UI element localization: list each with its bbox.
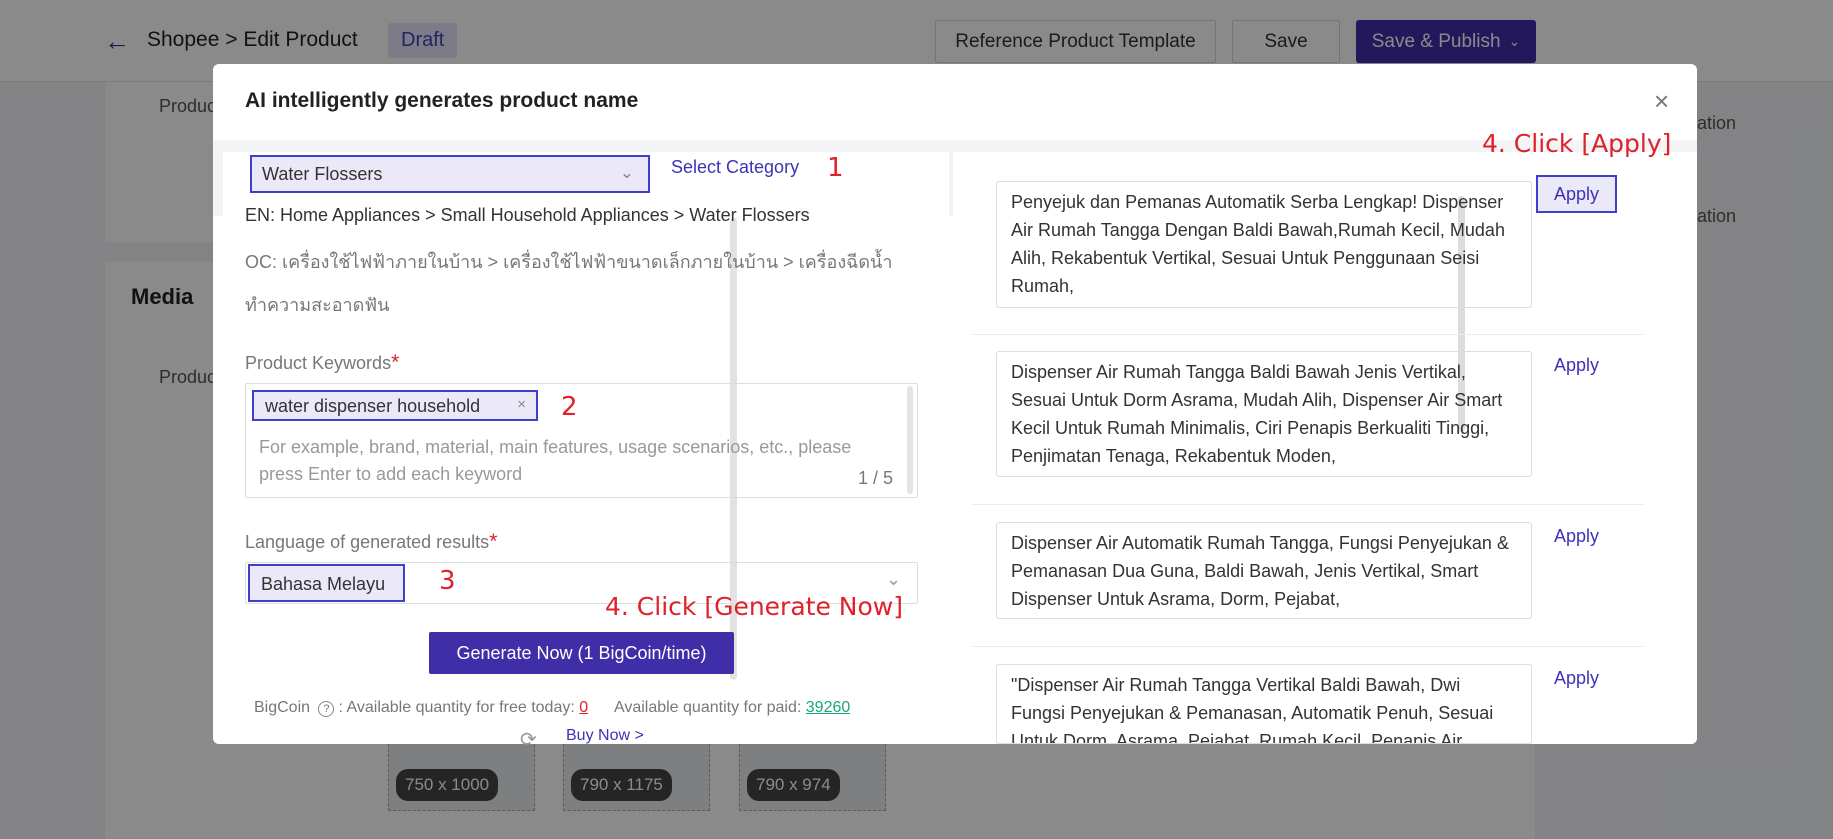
result-divider: [971, 334, 1644, 335]
category-select-value: Water Flossers: [262, 164, 383, 184]
language-label-text: Language of generated results: [245, 532, 490, 552]
apply-button[interactable]: Apply: [1554, 668, 1599, 689]
generated-name-result[interactable]: "Dispenser Air Rumah Tangga Vertikal Bal…: [996, 664, 1532, 744]
chevron-down-icon[interactable]: ⌄: [886, 569, 901, 590]
language-label: Language of generated results*: [245, 530, 497, 554]
result-divider: [971, 646, 1644, 647]
generated-name-result[interactable]: Dispenser Air Automatik Rumah Tangga, Fu…: [996, 522, 1532, 619]
keywords-label: Product Keywords*: [245, 351, 399, 375]
bigcoin-balance: BigCoin ?: Available quantity for free t…: [254, 699, 850, 717]
apply-button[interactable]: Apply: [1554, 526, 1599, 547]
buy-now-link[interactable]: Buy Now >: [566, 727, 644, 745]
step-marker-1: 1: [827, 153, 844, 183]
tag-remove-icon[interactable]: ×: [517, 396, 526, 413]
language-select-value[interactable]: Bahasa Melayu: [248, 564, 405, 602]
keywords-scrollbar[interactable]: [907, 386, 913, 494]
generate-hint: 4. Click [Generate Now]: [605, 592, 903, 621]
paid-quantity-value[interactable]: 39260: [806, 699, 851, 716]
apply-hint: 4. Click [Apply]: [1482, 129, 1672, 158]
apply-button[interactable]: Apply: [1536, 175, 1617, 213]
result-divider: [971, 504, 1644, 505]
modal-title: AI intelligently generates product name: [245, 89, 639, 112]
keywords-label-text: Product Keywords: [245, 353, 392, 373]
close-icon[interactable]: ×: [1654, 86, 1669, 117]
keyword-tag-text: water dispenser household: [265, 396, 481, 416]
paid-quantity-label: Available quantity for paid:: [613, 699, 802, 716]
keywords-count: 1 / 5: [858, 468, 894, 488]
category-select[interactable]: Water Flossers ⌄: [250, 155, 650, 193]
category-path-oc: OC: เครื่องใช้ไฟฟ้าภายในบ้าน > เครื่องใช…: [245, 252, 893, 315]
required-mark: *: [489, 530, 498, 553]
required-mark: *: [391, 351, 400, 374]
keyword-tag[interactable]: water dispenser household ×: [252, 390, 538, 421]
generate-now-button[interactable]: Generate Now (1 BigCoin/time): [429, 632, 734, 674]
select-category-link[interactable]: Select Category: [671, 157, 799, 178]
help-icon[interactable]: ?: [318, 701, 335, 717]
generated-name-result[interactable]: Dispenser Air Rumah Tangga Baldi Bawah J…: [996, 351, 1532, 477]
category-path-en: EN: Home Appliances > Small Household Ap…: [245, 205, 810, 225]
bigcoin-label: BigCoin: [254, 699, 311, 716]
free-quantity-value[interactable]: 0: [579, 699, 588, 716]
apply-button[interactable]: Apply: [1554, 355, 1599, 376]
free-quantity-label: : Available quantity for free today:: [338, 699, 575, 716]
refresh-icon[interactable]: ⟳: [520, 727, 537, 752]
generated-name-result[interactable]: Penyejuk dan Pemanas Automatik Serba Len…: [996, 181, 1532, 308]
step-marker-3: 3: [439, 566, 456, 596]
step-marker-2: 2: [561, 392, 578, 422]
keywords-placeholder: For example, brand, material, main featu…: [259, 437, 852, 484]
chevron-down-icon: ⌄: [619, 163, 634, 182]
